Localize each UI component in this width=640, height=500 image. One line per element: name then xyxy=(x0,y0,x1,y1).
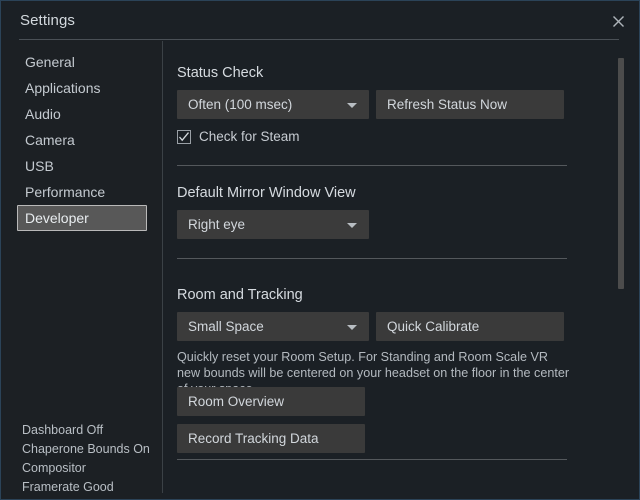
titlebar: Settings xyxy=(1,1,639,39)
settings-content-panel: Status Check Often (100 msec) Refresh St… xyxy=(163,40,639,499)
status-chaperone: Chaperone Bounds On xyxy=(22,442,150,456)
sidebar-item-audio[interactable]: Audio xyxy=(17,101,147,127)
button-label: Room Overview xyxy=(188,394,285,409)
section-divider xyxy=(177,459,567,460)
button-label: Refresh Status Now xyxy=(387,97,508,112)
status-framerate: Framerate Good xyxy=(22,480,114,494)
window-title: Settings xyxy=(20,12,75,29)
dropdown-value: Often (100 msec) xyxy=(188,97,293,112)
section-title-status-check: Status Check xyxy=(177,65,264,81)
chevron-down-icon xyxy=(347,223,357,228)
sidebar-item-label: Performance xyxy=(25,184,106,200)
button-label: Quick Calibrate xyxy=(387,319,480,334)
status-dashboard: Dashboard Off xyxy=(22,423,104,437)
room-overview-button[interactable]: Room Overview xyxy=(177,387,365,416)
sidebar-item-label: Applications xyxy=(25,80,101,96)
quick-calibrate-button[interactable]: Quick Calibrate xyxy=(376,312,564,341)
sidebar-item-label: Audio xyxy=(25,106,61,122)
settings-window: Settings General Applications Audio Came… xyxy=(0,0,640,500)
dropdown-value: Right eye xyxy=(188,217,246,232)
sidebar-item-label: General xyxy=(25,54,75,70)
chevron-down-icon xyxy=(347,325,357,330)
sidebar-nav: General Applications Audio Camera USB Pe… xyxy=(2,49,162,231)
sidebar-item-developer[interactable]: Developer xyxy=(17,205,147,231)
sidebar-item-camera[interactable]: Camera xyxy=(17,127,147,153)
refresh-status-now-button[interactable]: Refresh Status Now xyxy=(376,90,564,119)
status-compositor: Compositor xyxy=(22,461,86,475)
chevron-down-icon xyxy=(347,103,357,108)
section-divider xyxy=(177,165,567,166)
close-icon[interactable] xyxy=(607,10,629,32)
status-summary: Dashboard Off Chaperone Bounds On Compos… xyxy=(22,421,158,499)
status-check-frequency-dropdown[interactable]: Often (100 msec) xyxy=(177,90,369,119)
sidebar-item-general[interactable]: General xyxy=(17,49,147,75)
section-divider xyxy=(177,258,567,259)
sidebar-item-label: Camera xyxy=(25,132,75,148)
sidebar-item-usb[interactable]: USB xyxy=(17,153,147,179)
mirror-window-view-dropdown[interactable]: Right eye xyxy=(177,210,369,239)
sidebar-item-applications[interactable]: Applications xyxy=(17,75,147,101)
section-title-room-tracking: Room and Tracking xyxy=(177,287,303,303)
sidebar-item-label: Developer xyxy=(25,210,89,226)
section-title-mirror-view: Default Mirror Window View xyxy=(177,185,356,201)
sidebar-item-label: USB xyxy=(25,158,54,174)
check-for-steam-checkbox[interactable]: Check for Steam xyxy=(177,129,300,144)
room-setup-type-dropdown[interactable]: Small Space xyxy=(177,312,369,341)
sidebar-item-performance[interactable]: Performance xyxy=(17,179,147,205)
check-icon xyxy=(177,129,191,144)
record-tracking-data-button[interactable]: Record Tracking Data xyxy=(177,424,365,453)
button-label: Record Tracking Data xyxy=(188,431,319,446)
dropdown-value: Small Space xyxy=(188,319,264,334)
scrollbar-thumb[interactable] xyxy=(618,58,624,289)
sidebar: General Applications Audio Camera USB Pe… xyxy=(2,40,162,499)
checkbox-label: Check for Steam xyxy=(199,129,300,144)
